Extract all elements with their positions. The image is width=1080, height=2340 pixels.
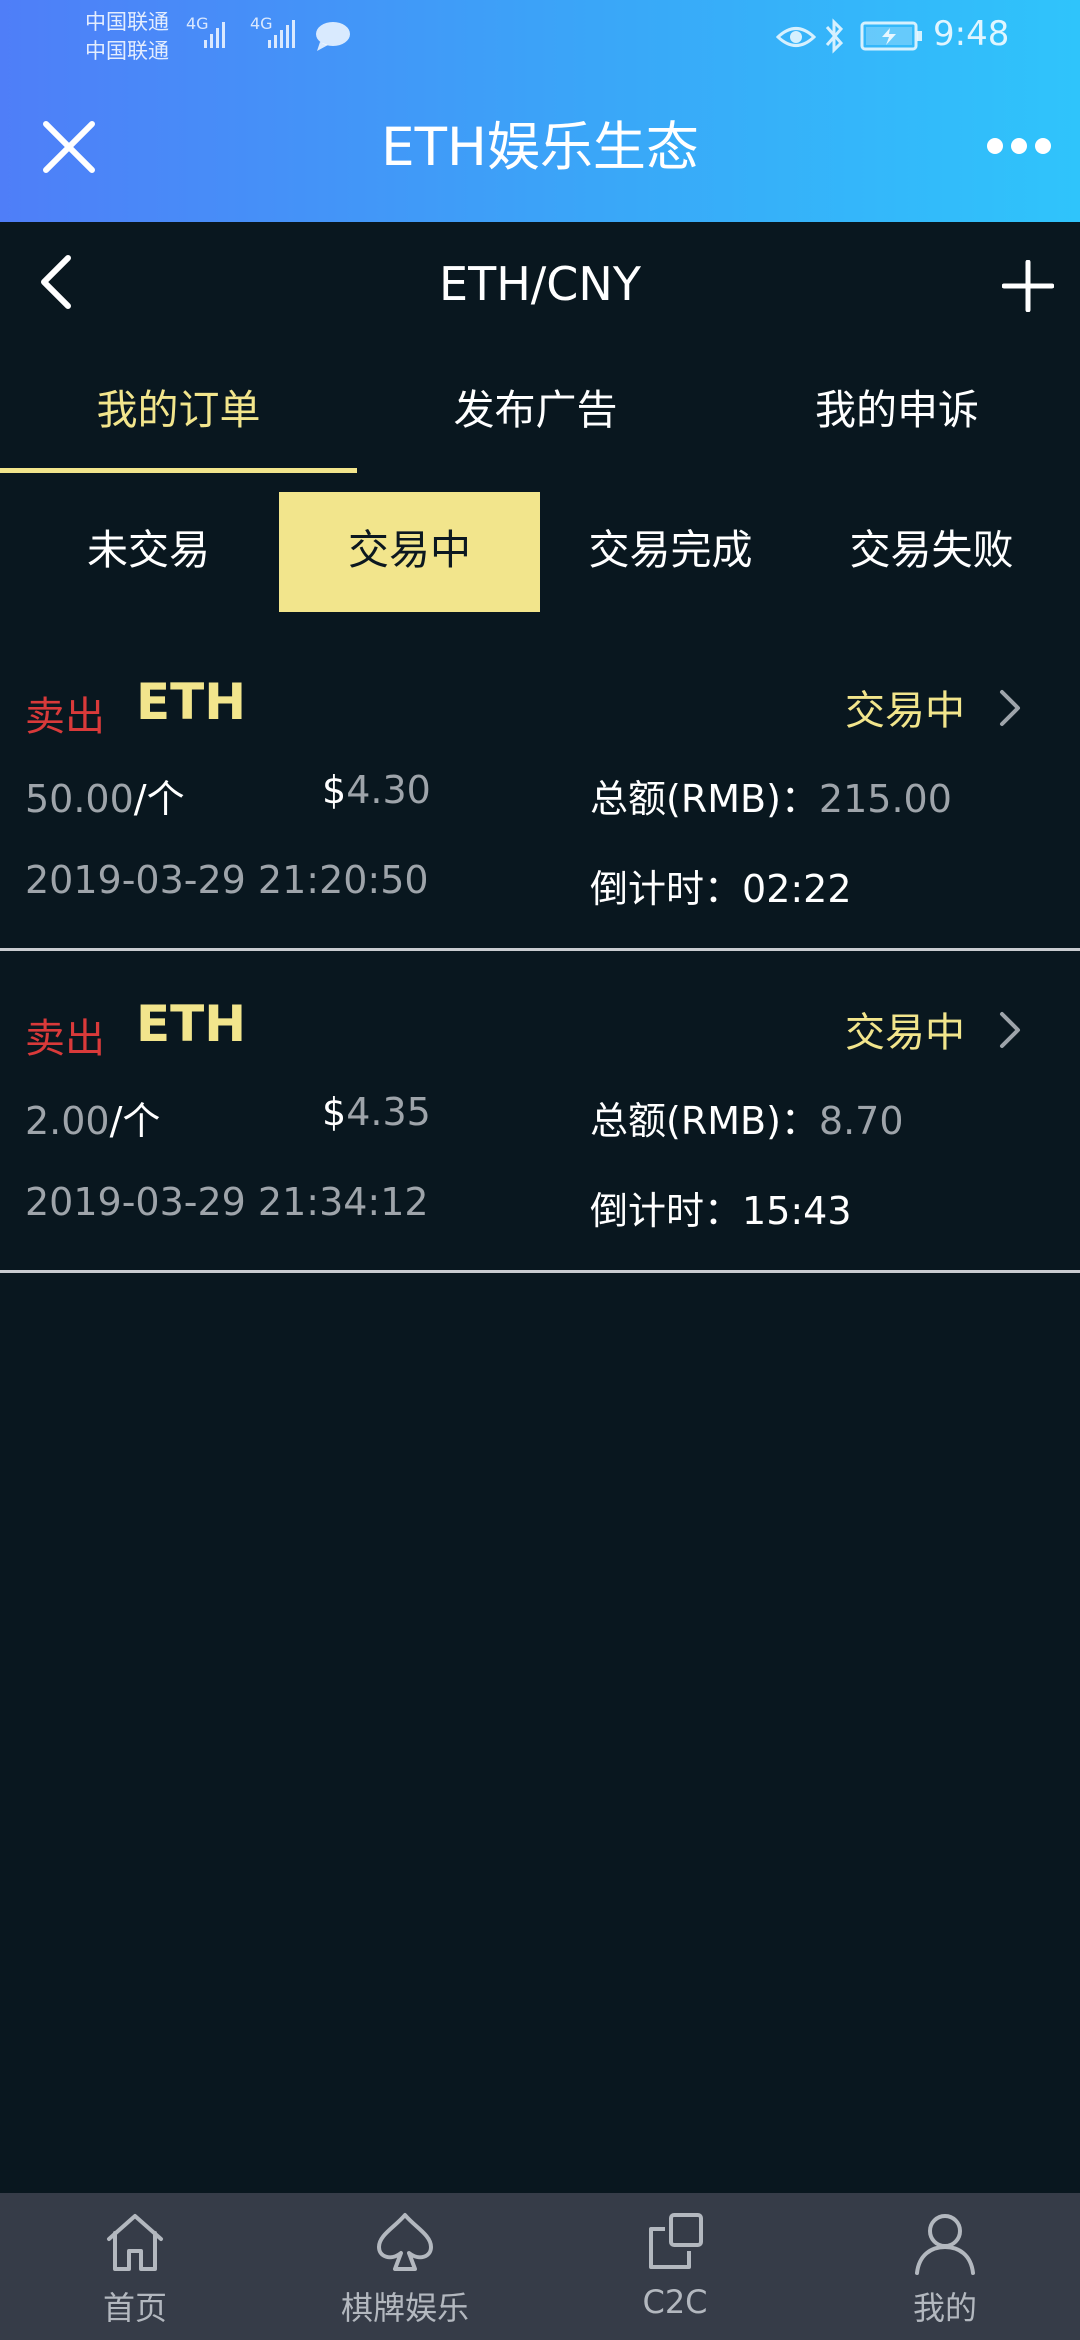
order-amount: 2.00/个 bbox=[25, 1090, 160, 1145]
order-countdown-label: 倒计时： bbox=[590, 1189, 743, 1233]
order-amount-value: 50.00 bbox=[25, 777, 134, 821]
tab-my-appeals[interactable]: 我的申诉 bbox=[714, 365, 1080, 469]
order-unit: /个 bbox=[109, 1099, 161, 1143]
bluetooth-icon bbox=[825, 18, 844, 54]
order-side: 卖出 bbox=[25, 694, 105, 740]
nav-home[interactable]: 首页 bbox=[0, 2193, 270, 2340]
spade-icon bbox=[377, 2213, 433, 2271]
subtab-untraded[interactable]: 未交易 bbox=[18, 492, 279, 612]
status-bar: 中国联通 中国联通 4G 4G 9:48 bbox=[0, 0, 1080, 72]
nav-card-games-label: 棋牌娱乐 bbox=[340, 2289, 469, 2327]
main-tabs: 我的订单 发布广告 我的申诉 bbox=[0, 365, 1080, 475]
nav-card-games[interactable]: 棋牌娱乐 bbox=[270, 2193, 540, 2340]
order-coin: ETH bbox=[136, 995, 247, 1053]
home-icon bbox=[107, 2214, 163, 2271]
order-datetime: 2019-03-29 21:20:50 bbox=[25, 858, 429, 902]
order-card[interactable]: 卖出 ETH 交易中 2.00/个 $4.35 总额(RMB)：8.70 201… bbox=[0, 950, 1080, 1273]
order-card[interactable]: 卖出 ETH 交易中 50.00/个 $4.30 总额(RMB)：215.00 … bbox=[0, 628, 1080, 951]
subtab-trading[interactable]: 交易中 bbox=[279, 492, 540, 612]
message-icon bbox=[316, 22, 350, 51]
tab-my-orders[interactable]: 我的订单 bbox=[0, 365, 357, 473]
order-amount: 50.00/个 bbox=[25, 768, 185, 823]
tab-post-ad[interactable]: 发布广告 bbox=[357, 365, 714, 469]
person-icon bbox=[915, 2214, 975, 2275]
order-countdown: 倒计时：15:43 bbox=[590, 1180, 852, 1235]
carrier-info: 中国联通 中国联通 bbox=[85, 8, 169, 66]
order-total-value: 8.70 bbox=[818, 1099, 904, 1143]
plus-icon[interactable] bbox=[1002, 260, 1054, 312]
status-time: 9:48 bbox=[933, 14, 1010, 54]
subtab-failed[interactable]: 交易失败 bbox=[801, 492, 1062, 612]
bottom-nav: 首页 棋牌娱乐 C2C 我的 bbox=[0, 2193, 1080, 2340]
order-countdown-value: 15:43 bbox=[742, 1189, 852, 1233]
chevron-right-icon[interactable] bbox=[998, 688, 1022, 728]
order-datetime: 2019-03-29 21:34:12 bbox=[25, 1180, 429, 1224]
order-countdown-label: 倒计时： bbox=[590, 867, 743, 911]
order-total: 总额(RMB)：215.00 bbox=[590, 768, 952, 823]
nav-home-label: 首页 bbox=[102, 2289, 167, 2327]
eye-icon bbox=[776, 27, 816, 47]
order-price: $4.30 bbox=[322, 768, 431, 812]
more-icon[interactable] bbox=[986, 136, 1052, 156]
subtab-completed[interactable]: 交易完成 bbox=[540, 492, 801, 612]
battery-icon bbox=[860, 21, 922, 51]
c2c-icon bbox=[649, 2213, 703, 2269]
order-side: 卖出 bbox=[25, 1016, 105, 1062]
order-total-label: 总额(RMB)： bbox=[590, 1099, 819, 1143]
order-total-label: 总额(RMB)： bbox=[590, 777, 819, 821]
currency-symbol: $ bbox=[322, 768, 347, 812]
order-total: 总额(RMB)：8.70 bbox=[590, 1090, 904, 1145]
page-title: ETH娱乐生态 bbox=[381, 117, 699, 178]
carrier-2: 中国联通 bbox=[85, 39, 169, 63]
trading-pair-title: ETH/CNY bbox=[439, 257, 641, 311]
nav-c2c[interactable]: C2C bbox=[540, 2193, 810, 2340]
order-status[interactable]: 交易中 bbox=[845, 1000, 965, 1058]
carrier-1: 中国联通 bbox=[85, 10, 169, 34]
order-amount-value: 2.00 bbox=[25, 1099, 110, 1143]
app-header: 中国联通 中国联通 4G 4G 9:48 ETH娱乐生态 bbox=[0, 0, 1080, 222]
order-price: $4.35 bbox=[322, 1090, 431, 1134]
nav-mine[interactable]: 我的 bbox=[810, 2193, 1080, 2340]
nav-mine-label: 我的 bbox=[912, 2289, 977, 2327]
order-countdown: 倒计时：02:22 bbox=[590, 858, 852, 913]
order-status-tabs: 未交易 交易中 交易完成 交易失败 bbox=[18, 492, 1062, 612]
order-price-value: 4.30 bbox=[346, 768, 431, 812]
order-total-value: 215.00 bbox=[818, 777, 952, 821]
nav-c2c-label: C2C bbox=[642, 2283, 708, 2321]
order-countdown-value: 02:22 bbox=[742, 867, 852, 911]
order-price-value: 4.35 bbox=[346, 1090, 431, 1134]
order-unit: /个 bbox=[133, 777, 185, 821]
order-coin: ETH bbox=[136, 673, 247, 731]
currency-symbol: $ bbox=[322, 1090, 347, 1134]
chevron-right-icon[interactable] bbox=[998, 1010, 1022, 1050]
order-status[interactable]: 交易中 bbox=[845, 678, 965, 736]
